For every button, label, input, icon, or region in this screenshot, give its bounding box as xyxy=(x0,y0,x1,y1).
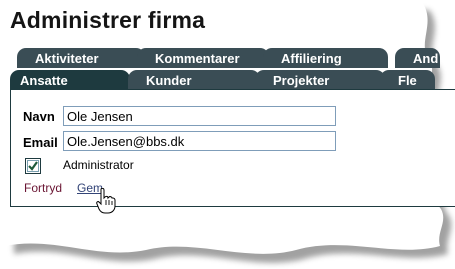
tab-fle[interactable]: Fle xyxy=(380,70,435,90)
tab-projekter[interactable]: Projekter xyxy=(255,70,385,90)
name-field[interactable] xyxy=(63,106,336,126)
page-title: Administrer firma xyxy=(10,7,206,33)
tab-ansatte[interactable]: Ansatte xyxy=(10,70,130,90)
name-label: Navn xyxy=(23,109,55,124)
checkmark-icon xyxy=(28,161,38,171)
tab-affiliering[interactable]: Affiliering xyxy=(263,48,388,68)
tab-and[interactable]: And xyxy=(395,48,440,68)
tab-kunder[interactable]: Kunder xyxy=(128,70,260,90)
email-field[interactable] xyxy=(63,131,336,151)
tab-aktiviteter[interactable]: Aktiviteter xyxy=(17,48,145,68)
email-label: Email xyxy=(23,135,58,150)
tab-kommentarer[interactable]: Kommentarer xyxy=(137,48,269,68)
cancel-link[interactable]: Fortryd xyxy=(24,181,62,195)
hand-pointer-icon xyxy=(96,188,116,214)
administrator-label: Administrator xyxy=(63,158,134,172)
administrator-checkbox[interactable] xyxy=(25,158,41,174)
